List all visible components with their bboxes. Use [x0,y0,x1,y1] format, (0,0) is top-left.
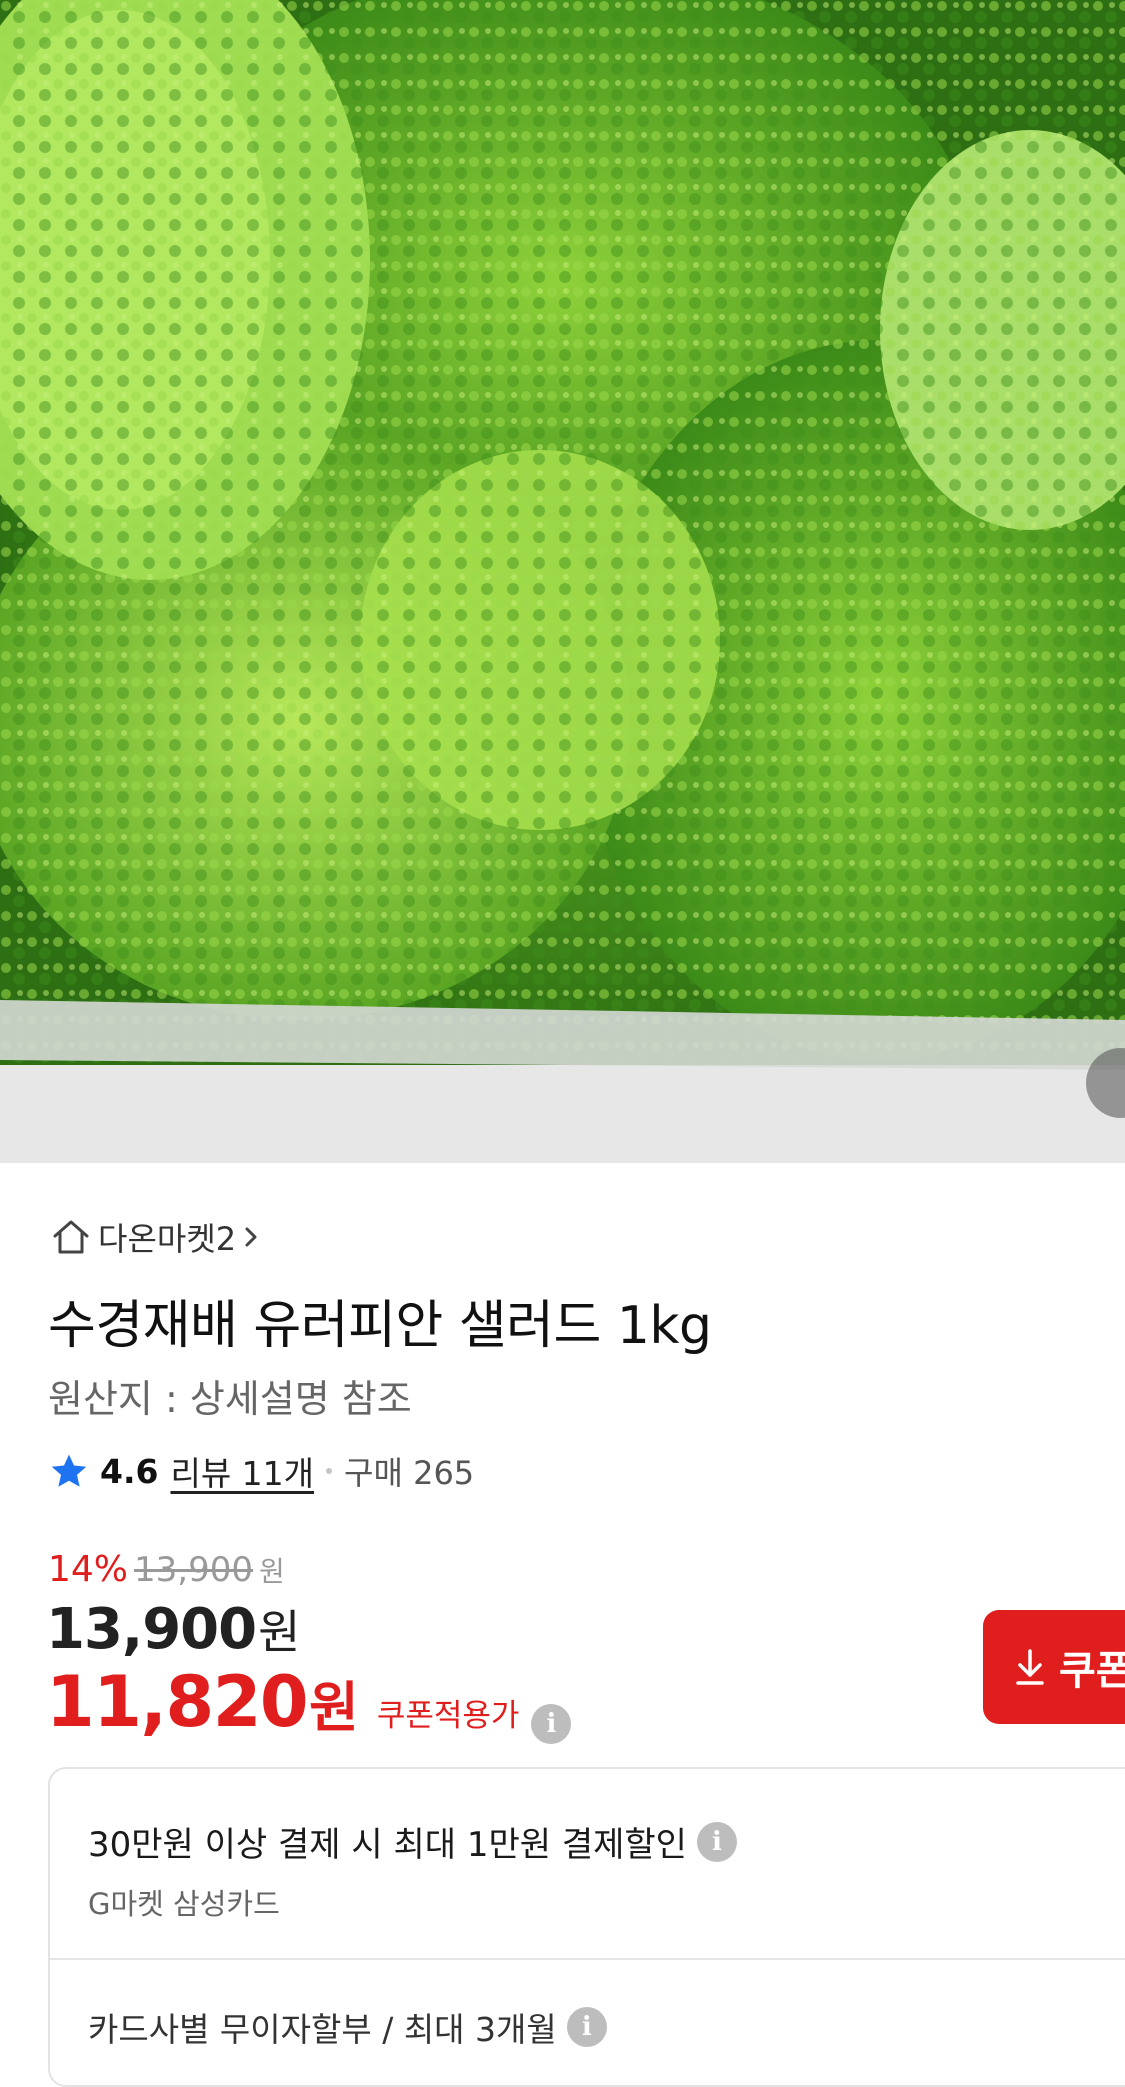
rating-value: 4.6 [100,1451,159,1491]
card-promo-issuer: G마켓 삼성카드 [88,1887,280,1921]
card-promo-title-text: 30만원 이상 결제 시 최대 1만원 결제할인 [88,1825,687,1865]
info-icon[interactable]: i [531,1704,572,1744]
divider [50,1958,1125,1960]
seller-name: 다온마켓2 [98,1220,237,1258]
chevron-right-icon [245,1227,257,1247]
sale-price-row: 13,900 원 [46,1596,300,1662]
coupon-button-label: 쿠폰 [1059,1648,1125,1694]
coupon-applied-label: 쿠폰적용가 [376,1698,520,1734]
coupon-price-row: 11,820 원 쿠폰적용가 i [46,1661,572,1744]
review-count-link[interactable]: 리뷰 11개 [170,1447,314,1495]
installment-text: 카드사별 무이자할부 / 최대 3개월 [88,2010,557,2049]
sale-price: 13,900 [46,1597,257,1662]
product-photo [0,0,1125,1163]
product-image[interactable] [0,0,1125,1163]
coupon-price-unit: 원 [309,1676,359,1739]
info-icon[interactable]: i [566,2007,607,2047]
product-title: 수경재배 유러피안 샐러드 1kg [48,1296,712,1356]
download-icon [1016,1649,1044,1685]
seller-link[interactable]: 다온마켓2 [50,1215,262,1259]
discount-rate: 14% [48,1549,129,1590]
star-icon [51,1454,87,1487]
info-icon[interactable]: i [696,1821,737,1862]
original-price-unit: 원 [258,1555,285,1588]
card-benefits-box: 30만원 이상 결제 시 최대 1만원 결제할인 i G마켓 삼성카드 카드사별… [48,1767,1125,2087]
original-price: 13,900 [134,1550,253,1590]
sale-price-unit: 원 [258,1605,301,1659]
installment-row: 카드사별 무이자할부 / 최대 3개월 i [88,2003,607,2051]
product-origin: 원산지 : 상세설명 참조 [48,1377,412,1421]
coupon-price: 11,820 [46,1661,309,1743]
separator-dot [326,1468,333,1474]
card-promo-title: 30만원 이상 결제 시 최대 1만원 결제할인 i [88,1817,737,1866]
coupon-download-button[interactable]: 쿠폰 [983,1610,1125,1724]
rating-row: 4.6 리뷰 11개 구매 265 [50,1446,474,1496]
purchase-count: 구매 265 [344,1454,475,1492]
discount-row: 14% 13,900 원 [48,1549,285,1590]
home-icon [53,1220,89,1254]
